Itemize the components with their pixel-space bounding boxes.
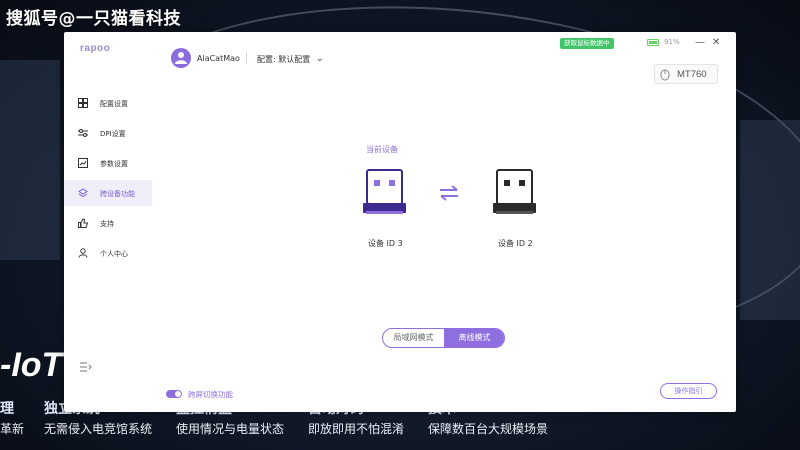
thumbs-up-icon: [78, 218, 88, 228]
minimize-icon[interactable]: —: [695, 37, 705, 48]
sidebar-item-label: 配置设置: [100, 100, 128, 108]
collapse-sidebar-icon[interactable]: [80, 362, 92, 372]
user-avatar-icon[interactable]: [171, 48, 191, 68]
background-panel-left: [0, 60, 60, 260]
feature-sub: 使用情况与电量状态: [176, 422, 285, 436]
dpi-icon: [78, 129, 88, 137]
header-separator: [246, 52, 247, 64]
cross-screen-label: 跨屏切换功能: [188, 390, 233, 399]
background-panel-right: [740, 120, 800, 320]
cross-screen-toggle[interactable]: [166, 390, 182, 398]
mode-toggle: 局域网模式 离线模式: [382, 328, 505, 348]
feature-sub: 革新: [0, 422, 25, 436]
feature-sub: 即放即用不怕混淆: [308, 422, 405, 436]
config-selector[interactable]: 配置: 默认配置: [257, 54, 310, 65]
mode-option-offline[interactable]: 离线模式: [444, 329, 504, 347]
feature-sub: 无需侵入电竞馆系统: [44, 422, 153, 436]
mouse-icon: [660, 69, 670, 81]
sidebar-item-label: 个人中心: [100, 250, 128, 258]
device-label: 设备 ID 3: [368, 239, 403, 248]
sidebar-item-dpi[interactable]: DPI设置: [64, 120, 152, 146]
battery-icon: [647, 39, 659, 46]
mode-option-lan[interactable]: 局域网模式: [383, 329, 444, 347]
person-icon: [78, 248, 88, 258]
device-selector[interactable]: MT760: [654, 64, 718, 84]
sidebar-item-params[interactable]: 参数设置: [64, 150, 152, 176]
sidebar-item-label: 参数设置: [100, 160, 128, 168]
username[interactable]: AlaCatMao: [197, 54, 240, 63]
sidebar-item-config[interactable]: 配置设置: [64, 90, 152, 116]
iot-text: -IoT: [0, 346, 63, 384]
sidebar-item-cross-device[interactable]: 跨设备功能: [64, 180, 152, 206]
layers-icon: [78, 188, 88, 198]
chevron-down-icon[interactable]: ⌄: [316, 54, 324, 64]
status-badge: 获取鼠标数据中: [560, 38, 614, 49]
sidebar-item-support[interactable]: 支持: [64, 210, 152, 236]
guide-button[interactable]: 操作指引: [660, 383, 717, 399]
current-device-label: 当前设备: [366, 145, 398, 154]
feature-sub: 保障数百台大规模场景: [428, 422, 549, 436]
battery-level: 91%: [664, 38, 680, 46]
swap-icon[interactable]: [438, 185, 460, 201]
usb-receiver-icon[interactable]: [492, 169, 537, 216]
usb-receiver-icon[interactable]: [362, 169, 407, 216]
feature-head: 理: [0, 401, 14, 417]
rapoo-logo: rapoo: [80, 43, 111, 54]
sidebar-item-profile[interactable]: 个人中心: [64, 240, 152, 266]
sidebar-item-label: DPI设置: [100, 130, 126, 138]
device-name: MT760: [677, 69, 707, 80]
sidebar-item-label: 跨设备功能: [100, 190, 135, 198]
sidebar-item-label: 支持: [100, 220, 114, 228]
device-label: 设备 ID 2: [498, 239, 533, 248]
close-icon[interactable]: ✕: [712, 37, 720, 48]
chart-icon: [78, 158, 88, 168]
grid-icon: [78, 98, 88, 108]
watermark: 搜狐号@一只猫看科技: [6, 9, 181, 29]
app-window: rapoo AlaCatMao 配置: 默认配置 ⌄ 获取鼠标数据中 91% —…: [64, 32, 736, 412]
